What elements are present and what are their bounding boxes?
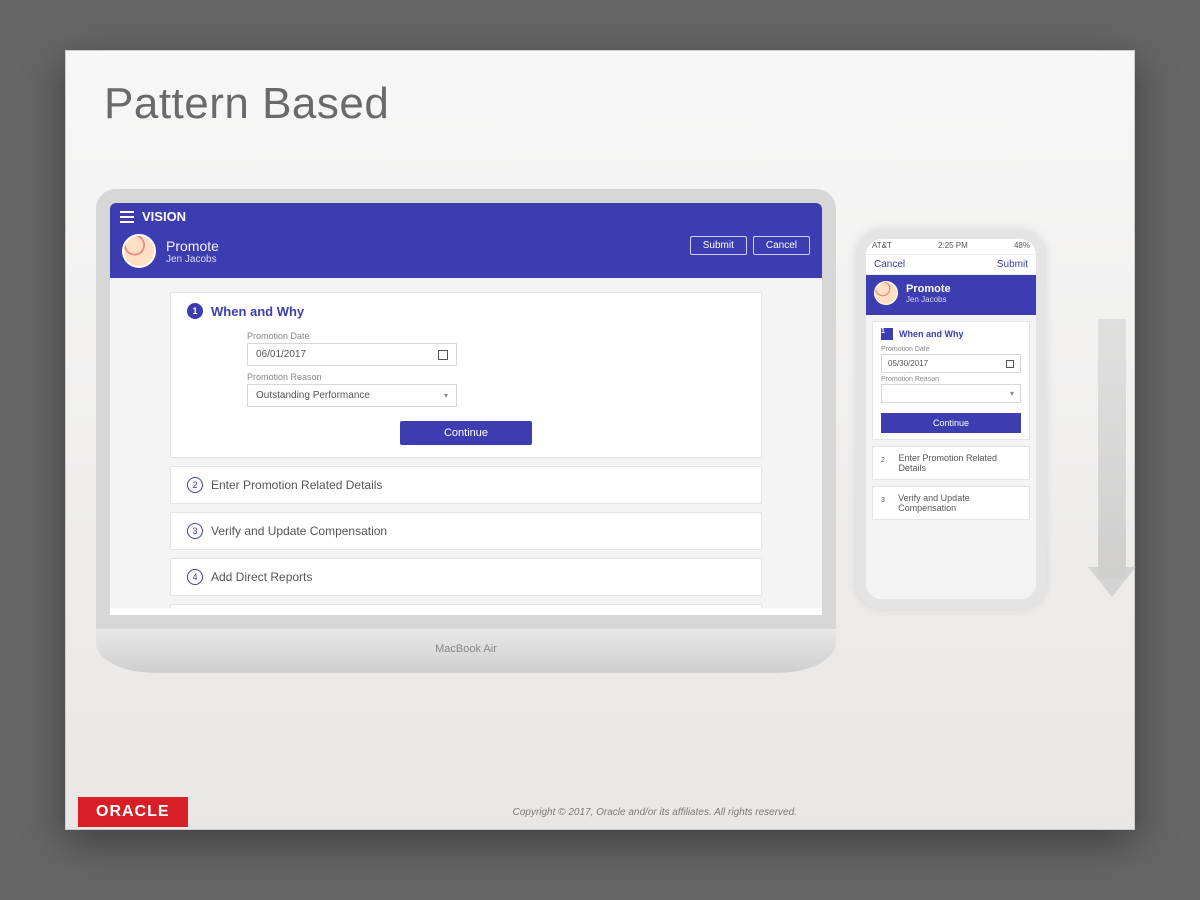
step-title: When and Why	[899, 329, 964, 339]
stage: VISION Promote Jen Jacobs Submit Cancel	[66, 139, 1134, 829]
step-title: Verify and Update Compensation	[898, 493, 1021, 513]
date-label: Promotion Date	[881, 346, 1021, 353]
step-when-and-why: 1 When and Why Promotion Date 06/01/2017…	[170, 292, 762, 458]
avatar[interactable]	[122, 234, 156, 268]
form-canvas: 1 When and Why Promotion Date 06/01/2017…	[110, 278, 822, 608]
cancel-button[interactable]: Cancel	[753, 236, 810, 255]
date-label: Promotion Date	[247, 331, 745, 341]
slide: Pattern Based ➤ VISION Promote Jen Jacob…	[65, 50, 1135, 830]
step-title: Verify and Update Compensation	[211, 524, 387, 538]
oracle-logo: ORACLE	[78, 797, 188, 827]
nav-bar: Cancel Submit	[866, 255, 1036, 275]
promotion-date-input[interactable]: 06/01/2017	[247, 343, 457, 366]
step-number: 3	[881, 497, 892, 509]
step-title: When and Why	[211, 304, 304, 319]
continue-button[interactable]: Continue	[881, 413, 1021, 433]
cancel-link[interactable]: Cancel	[874, 259, 905, 270]
submit-link[interactable]: Submit	[997, 259, 1028, 270]
promotion-date-input[interactable]: 05/30/2017	[881, 354, 1021, 373]
page-header: Promote Jen Jacobs Submit Cancel	[110, 230, 822, 278]
chevron-down-icon: ▾	[1010, 389, 1014, 398]
promotion-reason-select[interactable]: Outstanding Performance ▾	[247, 384, 457, 407]
submit-button[interactable]: Submit	[690, 236, 747, 255]
person-name: Jen Jacobs	[906, 295, 951, 304]
step-number: 4	[187, 569, 203, 585]
menu-icon[interactable]	[120, 211, 134, 223]
form-canvas-mobile: 1 When and Why Promotion Date 05/30/2017…	[866, 315, 1036, 599]
calendar-icon[interactable]	[438, 350, 448, 360]
header-actions: Submit Cancel	[690, 236, 810, 255]
status-bar: AT&T 2:25 PM 48%	[866, 239, 1036, 255]
footer: ORACLE Copyright © 2017, Oracle and/or i…	[66, 795, 1134, 829]
calendar-icon[interactable]	[1006, 360, 1014, 368]
laptop-base: MacBook Air	[96, 629, 836, 673]
person-name: Jen Jacobs	[166, 254, 219, 265]
step-title: Enter Promotion Related Details	[211, 478, 382, 492]
continue-button[interactable]: Continue	[400, 421, 532, 445]
laptop-screen: VISION Promote Jen Jacobs Submit Cancel	[96, 189, 836, 629]
chevron-down-icon: ▾	[444, 391, 448, 400]
page-title: Promote	[166, 238, 219, 254]
brand-label: VISION	[142, 209, 186, 224]
step-comments[interactable]: 5 Add Comments and Attachments	[170, 604, 762, 608]
carrier: AT&T	[872, 241, 892, 254]
step-promotion-details[interactable]: 2 Enter Promotion Related Details	[872, 446, 1030, 480]
reason-label: Promotion Reason	[247, 372, 745, 382]
phone-mock: AT&T 2:25 PM 48% Cancel Submit Promote J…	[856, 229, 1046, 609]
promotion-reason-select[interactable]: ▾	[881, 384, 1021, 403]
reason-label: Promotion Reason	[881, 376, 1021, 383]
battery: 48%	[1014, 241, 1030, 254]
step-number: 2	[881, 457, 892, 469]
step-title: Enter Promotion Related Details	[898, 453, 1021, 473]
laptop-mock: VISION Promote Jen Jacobs Submit Cancel	[96, 189, 836, 673]
slide-title: Pattern Based	[66, 51, 1134, 139]
date-value: 05/30/2017	[888, 359, 928, 368]
page-header-mobile: Promote Jen Jacobs	[866, 275, 1036, 315]
step-direct-reports[interactable]: 4 Add Direct Reports	[170, 558, 762, 596]
date-value: 06/01/2017	[256, 349, 306, 360]
copyright: Copyright © 2017, Oracle and/or its affi…	[188, 807, 1122, 818]
avatar[interactable]	[874, 281, 898, 305]
step-title: Add Direct Reports	[211, 570, 312, 584]
step-when-and-why: 1 When and Why Promotion Date 05/30/2017…	[872, 321, 1030, 440]
step-compensation[interactable]: 3 Verify and Update Compensation	[872, 486, 1030, 520]
step-number: 3	[187, 523, 203, 539]
time: 2:25 PM	[938, 241, 968, 254]
step-promotion-details[interactable]: 2 Enter Promotion Related Details	[170, 466, 762, 504]
page-title: Promote	[906, 283, 951, 295]
step-number: 1	[187, 303, 203, 319]
step-number: 1	[881, 328, 893, 340]
arrow-down-icon	[1098, 319, 1126, 579]
app-header: VISION	[110, 203, 822, 230]
reason-value: Outstanding Performance	[256, 390, 370, 401]
step-compensation[interactable]: 3 Verify and Update Compensation	[170, 512, 762, 550]
step-number: 2	[187, 477, 203, 493]
